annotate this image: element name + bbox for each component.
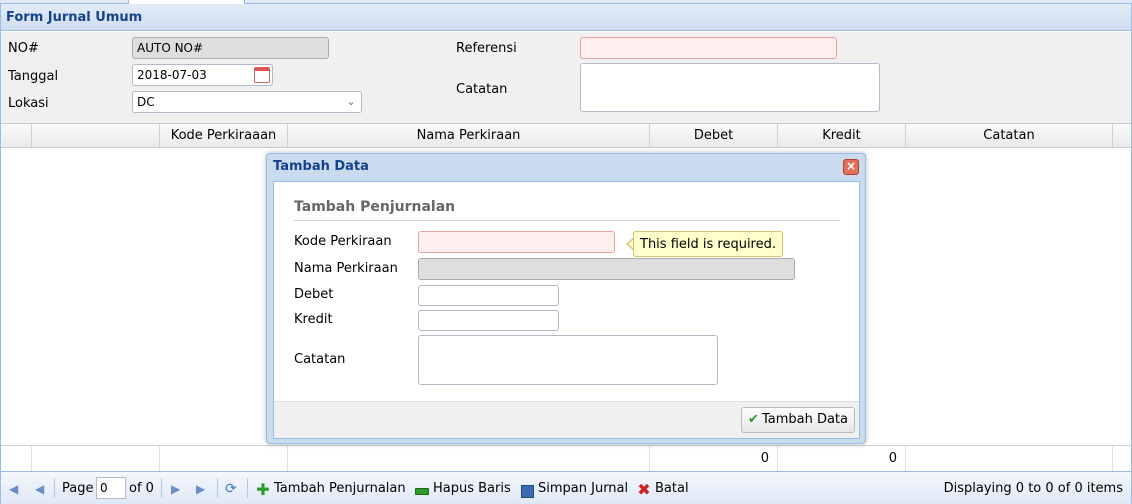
grid-header: Kode Perkiraaan Nama Perkiraan Debet Kre… [1, 123, 1131, 148]
fieldset-divider [294, 220, 840, 221]
grid-col-select[interactable] [1, 124, 32, 148]
add-icon: ✚ [256, 480, 270, 499]
separator [247, 478, 248, 498]
dialog-title: Tambah Data [273, 159, 369, 174]
paging-display-text: Displaying 0 to 0 of 0 items [943, 481, 1123, 496]
first-page-icon[interactable]: ◀​ [9, 480, 18, 498]
batal-button[interactable]: ✖ Batal [636, 480, 689, 499]
lokasi-select[interactable]: DC ⌄ [132, 91, 362, 113]
hapus-baris-button[interactable]: Hapus Baris [414, 480, 511, 500]
separator [217, 478, 218, 498]
grid-col-catatan[interactable]: Catatan [906, 124, 1113, 148]
hapus-baris-label: Hapus Baris [433, 481, 511, 496]
refresh-icon[interactable]: ⟳ [225, 480, 237, 498]
tambah-data-label: Tambah Data [761, 412, 848, 427]
separator [54, 478, 55, 498]
page-label: Page [62, 481, 94, 496]
cancel-icon: ✖ [637, 480, 651, 499]
summary-cell-select [1, 446, 32, 471]
close-icon[interactable]: × [843, 159, 859, 175]
grid-col-nama[interactable]: Nama Perkiraan [288, 124, 650, 148]
lokasi-label: Lokasi [8, 96, 49, 111]
header-form: NO# AUTO NO# Tanggal 2018-07-03 Lokasi D… [1, 32, 1131, 123]
catatan-label: Catatan [294, 352, 346, 367]
tanggal-label: Tanggal [8, 69, 59, 84]
catatan-textarea[interactable] [418, 335, 718, 385]
catatan-textarea[interactable] [580, 63, 880, 112]
panel-title: Form Jurnal Umum [1, 4, 1131, 31]
tambah-data-dialog: Tambah Data × Tambah Penjurnalan Kode Pe… [266, 153, 866, 444]
referensi-label: Referensi [456, 41, 517, 56]
chevron-down-icon[interactable]: ⌄ [343, 94, 359, 110]
summary-cell-catatan [906, 446, 1113, 471]
save-icon [519, 484, 535, 500]
fieldset-title: Tambah Penjurnalan [294, 199, 456, 215]
no-label: NO# [8, 41, 39, 56]
summary-cell-blank [32, 446, 160, 471]
tambah-penjurnalan-button[interactable]: ✚ Tambah Penjurnalan [255, 480, 406, 499]
tambah-data-button[interactable]: ✔ Tambah Data [741, 407, 855, 433]
dialog-body: Tambah Penjurnalan Kode Perkiraan This f… [273, 181, 860, 439]
calendar-icon[interactable] [254, 67, 270, 83]
referensi-field[interactable] [580, 37, 837, 59]
grid-col-blank[interactable] [32, 124, 160, 148]
batal-label: Batal [655, 481, 689, 496]
grid-col-kode[interactable]: Kode Perkiraaan [160, 124, 288, 148]
grid-col-debet[interactable]: Debet [650, 124, 778, 148]
lokasi-value: DC [137, 95, 155, 109]
summary-cell-kode [160, 446, 288, 471]
summary-row: 0 0 [1, 445, 1131, 471]
check-icon: ✔ [748, 412, 759, 427]
separator [161, 478, 162, 498]
summary-debet: 0 [650, 446, 778, 471]
error-tooltip: This field is required. [633, 231, 783, 257]
nama-perkiraan-label: Nama Perkiraan [294, 261, 398, 276]
catatan-label: Catatan [456, 82, 508, 97]
dialog-footer: ✔ Tambah Data [274, 401, 859, 438]
tambah-penjurnalan-label: Tambah Penjurnalan [274, 481, 406, 496]
tanggal-value: 2018-07-03 [137, 68, 207, 82]
prev-page-icon[interactable]: ◀ [35, 480, 44, 498]
no-field: AUTO NO# [132, 37, 329, 59]
simpan-jurnal-label: Simpan Jurnal [538, 481, 629, 496]
tanggal-field[interactable]: 2018-07-03 [132, 64, 273, 86]
remove-icon [414, 484, 430, 500]
kode-perkiraan-field[interactable] [418, 231, 615, 253]
kode-perkiraan-label: Kode Perkiraan [294, 234, 392, 249]
summary-kredit: 0 [778, 446, 906, 471]
kredit-label: Kredit [294, 312, 333, 327]
next-page-icon[interactable]: ▶ [171, 480, 180, 498]
kredit-field[interactable] [418, 310, 559, 331]
debet-field[interactable] [418, 285, 559, 306]
page-of-label: of 0 [129, 481, 154, 496]
nama-perkiraan-field [418, 258, 795, 280]
last-page-icon[interactable]: ▶ [196, 480, 205, 498]
page-input[interactable]: 0 [96, 477, 126, 499]
simpan-jurnal-button[interactable]: Simpan Jurnal [519, 480, 628, 500]
debet-label: Debet [294, 287, 334, 302]
grid-col-kredit[interactable]: Kredit [778, 124, 906, 148]
summary-cell-nama [288, 446, 650, 471]
paging-toolbar: ◀​ ◀ Page 0 of 0 ▶ ▶ ⟳ ✚ Tambah Penjurnal… [1, 471, 1131, 504]
